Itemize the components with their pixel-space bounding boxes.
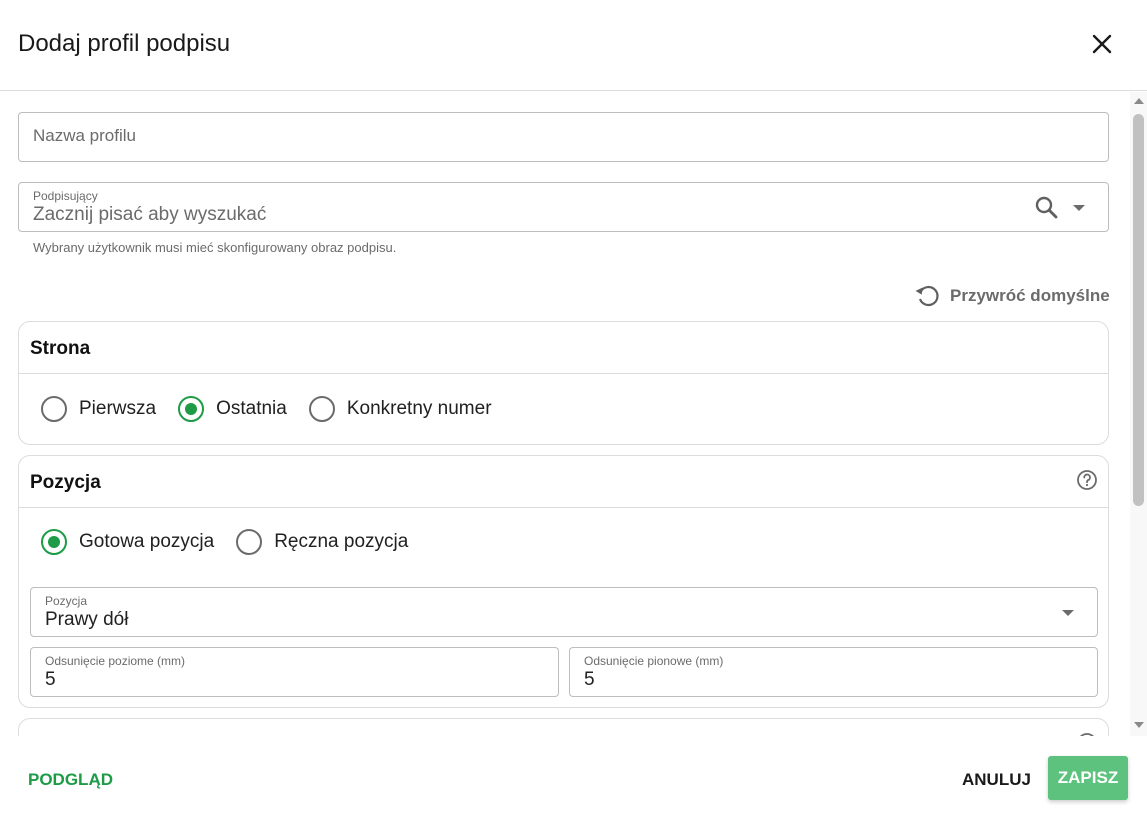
radio-preset-position[interactable]: Gotowa pozycja (41, 529, 214, 555)
dialog-content: Nazwa profilu Podpisujący Zacznij pisać … (0, 92, 1130, 736)
offset-horizontal-label: Odsunięcie poziome (mm) (45, 654, 186, 668)
cancel-button[interactable]: ANULUJ (962, 770, 1031, 790)
dialog-title: Dodaj profil podpisu (18, 30, 231, 57)
scroll-down-arrow[interactable] (1134, 722, 1144, 728)
radio-circle-selected (41, 529, 67, 555)
signer-helper-text: Wybrany użytkownik musi mieć skonfigurow… (33, 240, 397, 255)
offset-vertical-value: 5 (584, 669, 595, 690)
radio-circle (236, 529, 263, 555)
page-section-title: Strona (30, 338, 91, 359)
position-select[interactable]: Pozycja Prawy dół (30, 587, 1098, 637)
next-section-card (18, 718, 1109, 736)
radio-page-specific[interactable]: Konkretny numer (308, 396, 492, 422)
page-section-card: Strona Pierwsza Ostatnia Konkretny numer (18, 321, 1109, 445)
reset-defaults-button[interactable]: Przywróć domyślne (914, 283, 1110, 309)
dialog-footer: PODGLĄD ANULUJ ZAPISZ (0, 736, 1147, 820)
offset-vertical-field[interactable]: Odsunięcie pionowe (mm) 5 (569, 647, 1098, 697)
position-select-label: Pozycja (45, 594, 88, 608)
dialog-header: Dodaj profil podpisu (0, 0, 1147, 91)
page-section-header: Strona (19, 322, 1108, 374)
search-icon[interactable] (1034, 195, 1060, 221)
radio-page-first[interactable]: Pierwsza (41, 396, 156, 422)
radio-circle-selected (178, 396, 205, 422)
position-select-value: Prawy dół (45, 609, 129, 630)
signer-label: Podpisujący (33, 189, 98, 203)
position-section-title: Pozycja (30, 472, 101, 493)
profile-name-field[interactable]: Nazwa profilu (18, 112, 1109, 162)
offset-vertical-label: Odsunięcie pionowe (mm) (584, 654, 724, 668)
radio-manual-position[interactable]: Ręczna pozycja (236, 529, 408, 555)
radio-page-last[interactable]: Ostatnia (178, 396, 287, 422)
preview-button[interactable]: PODGLĄD (28, 770, 113, 790)
radio-circle (308, 396, 335, 422)
close-button[interactable] (1088, 30, 1116, 58)
reset-defaults-label: Przywróć domyślne (950, 286, 1110, 305)
help-icon[interactable] (1076, 469, 1098, 491)
content-scrollbar[interactable] (1130, 92, 1147, 736)
radio-label: Pierwsza (79, 398, 157, 419)
position-section-header: Pozycja (19, 456, 1108, 508)
radio-label: Ręczna pozycja (274, 531, 409, 552)
offset-horizontal-value: 5 (45, 669, 56, 690)
radio-label: Ostatnia (216, 398, 287, 419)
signer-field[interactable]: Podpisujący Zacznij pisać aby wyszukać (18, 182, 1109, 232)
radio-circle (41, 396, 67, 422)
chevron-down-icon (1062, 610, 1074, 616)
radio-label: Konkretny numer (346, 398, 492, 419)
position-mode-radio-group: Gotowa pozycja Ręczna pozycja (41, 529, 430, 555)
save-button[interactable]: ZAPISZ (1048, 756, 1128, 800)
reset-icon (915, 285, 939, 307)
chevron-down-icon[interactable] (1073, 205, 1085, 211)
close-icon (1092, 34, 1112, 54)
position-section-card: Pozycja Gotowa pozycja Ręczna pozycja Po… (18, 455, 1109, 708)
signer-placeholder: Zacznij pisać aby wyszukać (33, 204, 267, 225)
scroll-up-arrow[interactable] (1134, 98, 1144, 104)
scroll-thumb[interactable] (1133, 114, 1144, 506)
radio-label: Gotowa pozycja (79, 531, 215, 552)
offset-horizontal-field[interactable]: Odsunięcie poziome (mm) 5 (30, 647, 559, 697)
profile-name-placeholder: Nazwa profilu (33, 126, 136, 145)
page-radio-group: Pierwsza Ostatnia Konkretny numer (41, 396, 514, 422)
